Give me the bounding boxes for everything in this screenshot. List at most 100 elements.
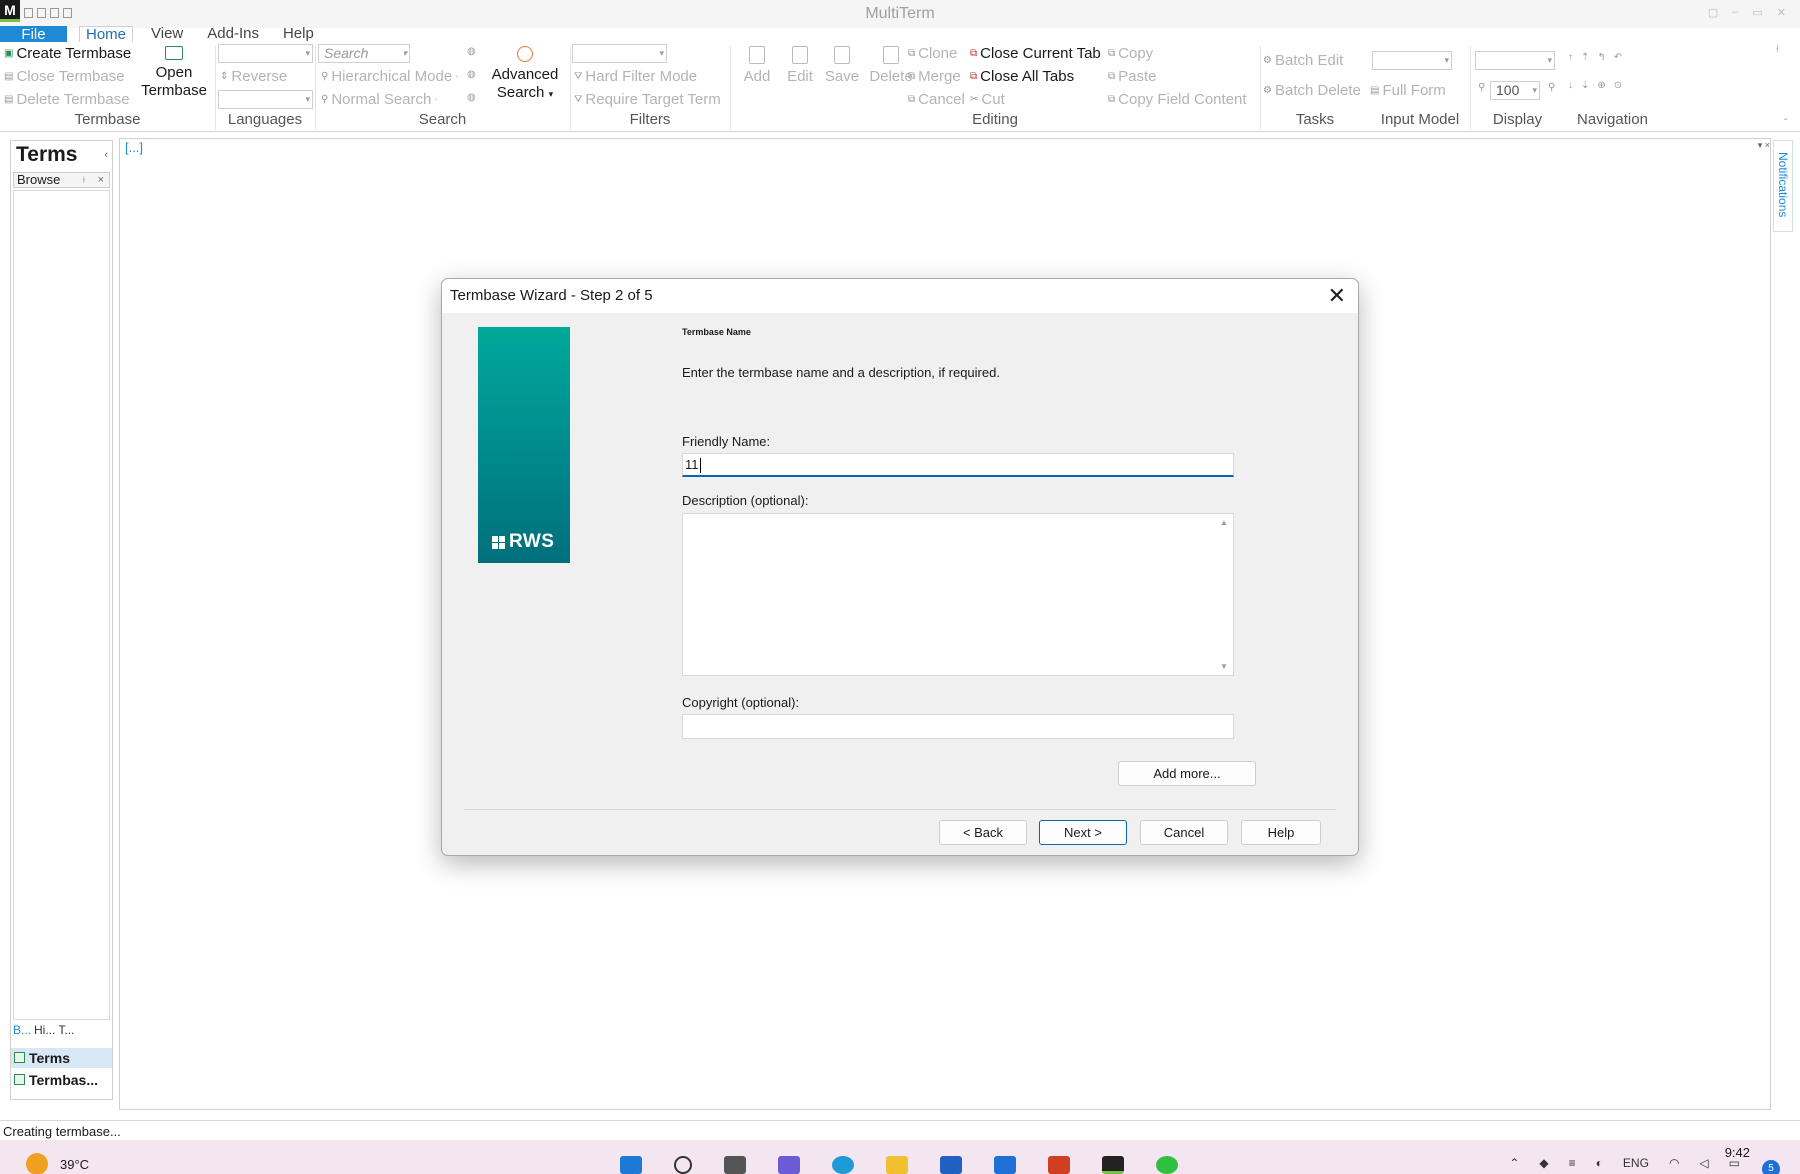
close-window-icon[interactable]: ✕ xyxy=(1777,6,1786,19)
wechat-icon[interactable] xyxy=(1156,1156,1178,1174)
document-tab[interactable]: [...] xyxy=(121,140,147,158)
next-entry-icon[interactable]: ⇣ xyxy=(1581,80,1589,91)
cancel-edit-button[interactable]: ⧉ Cancel xyxy=(908,91,965,108)
menu-addins[interactable]: Add-Ins xyxy=(201,26,265,42)
close-current-tab-button[interactable]: ⧉ Close Current Tab xyxy=(970,45,1101,62)
merge-button[interactable]: ⧉ Merge xyxy=(908,68,961,85)
source-language-combo[interactable] xyxy=(218,44,313,63)
wifi-icon[interactable]: ◠ xyxy=(1669,1156,1679,1170)
language-indicator[interactable]: ENG xyxy=(1623,1156,1649,1170)
copy-button[interactable]: ⧉ Copy xyxy=(1108,45,1153,62)
notification-count-badge[interactable]: 5 xyxy=(1762,1160,1780,1174)
office-icon[interactable] xyxy=(1048,1156,1070,1174)
mail-icon[interactable] xyxy=(994,1156,1016,1174)
nav-item-terms[interactable]: Terms xyxy=(11,1048,112,1068)
mini-tab-browse[interactable]: B... xyxy=(13,1023,31,1039)
doc-window-controls[interactable]: ▾ × xyxy=(1758,140,1770,151)
search-tool-button-1[interactable]: ◍ xyxy=(467,46,476,57)
chat-icon[interactable] xyxy=(778,1156,800,1174)
close-icon[interactable]: ✕ xyxy=(1328,283,1346,309)
help-window-icon[interactable]: ▢ xyxy=(1708,6,1718,19)
browse-tab[interactable]: Browse ⍿ × xyxy=(13,172,110,188)
multiterm-taskbar-icon[interactable] xyxy=(1102,1156,1124,1174)
forward-icon[interactable]: ⊕ xyxy=(1597,80,1605,91)
add-more-button[interactable]: Add more... xyxy=(1118,761,1256,786)
history-forward-icon[interactable]: ⊙ xyxy=(1614,80,1622,91)
paste-button[interactable]: ⧉ Paste xyxy=(1108,68,1157,85)
edit-entry-button[interactable]: Edit xyxy=(780,46,820,86)
menu-help[interactable]: Help xyxy=(277,26,320,42)
restore-icon[interactable]: ▭ xyxy=(1752,6,1762,19)
pin-ribbon-icon[interactable]: ⍿ xyxy=(1776,44,1779,55)
mini-tab-hitlist[interactable]: Hi... xyxy=(34,1023,55,1039)
advanced-search-button[interactable]: Advanced Search ▾ xyxy=(485,46,565,103)
search-icon[interactable] xyxy=(674,1156,692,1174)
zoom-combo[interactable]: 100 xyxy=(1490,81,1540,100)
mini-tab-termbase[interactable]: T... xyxy=(58,1023,74,1039)
full-form-button[interactable]: ▤ Full Form xyxy=(1370,82,1446,99)
back-icon[interactable]: ↰ xyxy=(1597,52,1605,63)
display-combo[interactable] xyxy=(1475,51,1555,70)
back-button[interactable]: < Back xyxy=(939,820,1027,845)
require-target-term-button[interactable]: ⛛ Require Target Term xyxy=(574,91,721,108)
save-entry-button[interactable]: Save xyxy=(820,46,864,86)
notifications-label[interactable]: Notifications xyxy=(1776,152,1790,217)
weather-widget[interactable]: 39°C xyxy=(26,1153,89,1174)
menu-home[interactable]: Home xyxy=(79,26,134,43)
menu-file[interactable]: File xyxy=(0,26,67,43)
clone-button[interactable]: ⧉ Clone xyxy=(908,45,957,62)
reverse-button[interactable]: ⇕ Reverse xyxy=(220,68,287,85)
close-all-tabs-button[interactable]: ⧉ Close All Tabs xyxy=(970,68,1074,85)
copyright-input[interactable] xyxy=(682,714,1234,739)
input-model-combo[interactable] xyxy=(1372,51,1452,70)
cut-button[interactable]: ✂ Cut xyxy=(970,91,1005,108)
nav-item-termbase[interactable]: Termbas... xyxy=(11,1070,112,1090)
open-termbase-button[interactable]: Open Termbase xyxy=(138,46,210,100)
search-tool-button-2[interactable]: ◍ xyxy=(467,69,476,80)
history-back-icon[interactable]: ↶ xyxy=(1614,52,1622,63)
clock[interactable]: 9:42 xyxy=(1725,1145,1750,1160)
create-termbase-button[interactable]: ▣ Create Termbase xyxy=(4,45,131,62)
first-entry-icon[interactable]: ↑ xyxy=(1568,52,1573,63)
previous-entry-icon[interactable]: ⇡ xyxy=(1581,52,1589,63)
filter-combo[interactable] xyxy=(572,44,667,63)
close-termbase-button[interactable]: ▤ Close Termbase xyxy=(4,68,125,85)
last-entry-icon[interactable]: ↓ xyxy=(1568,80,1573,91)
batch-edit-button[interactable]: ⚙ Batch Edit xyxy=(1263,52,1343,69)
copy-field-content-button[interactable]: ⧉ Copy Field Content xyxy=(1108,91,1247,108)
add-entry-button[interactable]: Add xyxy=(735,46,779,86)
store-icon[interactable] xyxy=(940,1156,962,1174)
tray-sync-icon[interactable]: ◐ xyxy=(1596,1156,1603,1170)
pin-icon[interactable]: ⍿ xyxy=(83,173,85,187)
file-explorer-icon[interactable] xyxy=(886,1156,908,1174)
menu-view[interactable]: View xyxy=(145,26,189,42)
description-textarea[interactable]: ▲ ▼ xyxy=(682,513,1234,676)
target-language-combo[interactable] xyxy=(218,90,313,109)
browse-list[interactable] xyxy=(13,190,110,1020)
search-tool-button-3[interactable]: ◍ xyxy=(467,92,476,103)
delete-termbase-button[interactable]: ▤ Delete Termbase xyxy=(4,91,130,108)
tray-settings-icon[interactable]: ≡ xyxy=(1569,1156,1576,1170)
scroll-down-icon[interactable]: ▼ xyxy=(1220,662,1228,671)
help-button[interactable]: Help xyxy=(1241,820,1321,845)
hard-filter-mode-button[interactable]: ⛛ Hard Filter Mode xyxy=(574,68,697,85)
tray-app-icon[interactable]: ◆ xyxy=(1539,1156,1548,1170)
edge-icon[interactable] xyxy=(832,1156,854,1174)
volume-icon[interactable]: ◁ xyxy=(1699,1156,1708,1170)
description-scrollbar[interactable]: ▲ ▼ xyxy=(1216,514,1233,675)
start-icon[interactable] xyxy=(620,1156,642,1174)
collapse-panel-icon[interactable]: ‹ xyxy=(104,149,108,161)
minimize-icon[interactable]: – xyxy=(1732,6,1738,19)
search-input[interactable]: Search xyxy=(318,44,410,63)
normal-search-button[interactable]: ⚲ Normal Search · xyxy=(321,91,438,108)
chevron-up-icon[interactable]: ⌃ xyxy=(1509,1156,1519,1170)
scroll-up-icon[interactable]: ▲ xyxy=(1220,518,1228,527)
hierarchical-mode-button[interactable]: ⚲ Hierarchical Mode · xyxy=(321,68,459,85)
task-view-icon[interactable] xyxy=(724,1156,746,1174)
cancel-button[interactable]: Cancel xyxy=(1140,820,1228,845)
batch-delete-button[interactable]: ⚙ Batch Delete xyxy=(1263,82,1361,99)
zoom-reset-button[interactable]: ⚲ xyxy=(1548,82,1555,93)
close-icon[interactable]: × xyxy=(98,173,104,187)
friendly-name-input[interactable]: 11 xyxy=(682,453,1234,477)
next-button[interactable]: Next > xyxy=(1039,820,1127,845)
